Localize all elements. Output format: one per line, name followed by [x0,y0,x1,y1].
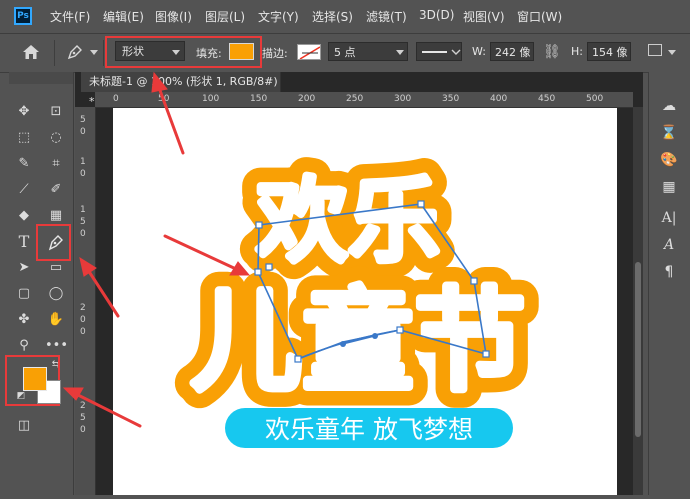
ruler-tick: 5 [80,115,86,125]
quick-select-icon[interactable]: ✎ [13,154,35,174]
crop-icon[interactable]: ⌗ [45,154,67,174]
headline-text-line2: 儿童节 [190,277,526,407]
options-divider [103,40,104,66]
height-value: 154 像 [592,46,628,59]
home-icon[interactable] [22,44,40,60]
canvas[interactable]: 欢乐 欢乐 儿童节 儿童节 欢乐童年 放飞梦想 [113,108,617,495]
paragraph-icon[interactable]: ¶ [659,263,679,281]
ruler-tick: 300 [394,94,412,104]
ruler-tick: 0 [113,94,119,104]
ruler-tick: 5 [80,217,86,227]
type-icon[interactable]: T [13,232,35,252]
menu-image[interactable]: 图像(I) [155,8,192,25]
creative-cloud-icon[interactable]: ☁ [659,97,679,115]
chevron-down-icon[interactable] [396,50,404,55]
menu-select[interactable]: 选择(S) [312,8,353,25]
swatches-icon[interactable]: ▦ [659,178,679,196]
menu-type[interactable]: 文字(Y) [258,8,299,25]
ruler-tick: 0 [80,229,86,239]
options-bar: 形状 填充: 描边: 5 点 W: 242 像 ⛓ H: 154 像 [0,33,690,73]
ruler-tick: 400 [490,94,508,104]
ruler-tick: 200 [298,94,316,104]
ruler-tick: 250 [346,94,364,104]
tools-panel: ✥ ⊡ ⬚ ◌ ✎ ⌗ ⟋ ✐ ◆ ▦ T ➤ ▭ ▢ ◯ ✤ ✋ ⚲ ••• … [5,72,74,495]
chevron-down-icon[interactable] [668,50,676,55]
menu-edit[interactable]: 编辑(E) [103,8,144,25]
path-select-icon[interactable]: ➤ [13,258,35,278]
document-tab[interactable]: 未标题-1 @ 100% (形状 1, RGB/8#) * [81,72,281,108]
width-field[interactable]: 242 像 [490,42,534,61]
annotation-highlight-box [36,224,71,261]
horizontal-ruler[interactable]: 0 50 100 150 200 250 300 350 400 450 500 [95,92,633,108]
stroke-type-select[interactable] [416,42,462,61]
chevron-down-icon[interactable] [90,50,98,55]
marquee-icon[interactable]: ⬚ [13,128,35,148]
no-stroke-icon [299,46,320,59]
menu-3d[interactable]: 3D(D) [419,8,454,22]
eraser-icon[interactable]: ◆ [13,206,35,226]
move-icon[interactable]: ✥ [13,102,35,122]
ruler-tick: 500 [586,94,604,104]
ruler-tick: 350 [442,94,460,104]
stroke-line-icon [422,49,461,55]
color-icon[interactable]: 🎨 [659,151,679,169]
menu-bar: Ps 文件(F) 编辑(E) 图像(I) 图层(L) 文字(Y) 选择(S) 滤… [0,0,690,32]
height-label: H: [571,45,583,58]
eyedropper-icon[interactable]: ⟋ [13,180,35,200]
pen-tool-preset-icon[interactable] [66,43,84,61]
ruler-tick: 50 [158,94,170,104]
ruler-tick: 150 [250,94,268,104]
stroke-label: 描边: [262,47,288,60]
ruler-tick: 1 [80,157,86,167]
ruler-tick: 450 [538,94,556,104]
ruler-tick: 100 [202,94,220,104]
foreground-color-swatch[interactable] [23,367,47,391]
lasso-icon[interactable]: ◌ [45,128,67,148]
ruler-tick: 2 [80,401,86,411]
ruler-tick: 0 [80,425,86,435]
options-divider [54,40,55,66]
stroke-width-value: 5 点 [334,46,356,59]
menu-view[interactable]: 视图(V) [463,8,505,25]
stroke-color-swatch[interactable] [297,44,321,60]
more-icon[interactable]: ••• [45,336,68,356]
artboard-icon[interactable]: ⊡ [45,102,67,122]
banner-text: 欢乐童年 放飞梦想 [265,415,473,444]
ellipse-icon[interactable]: ◯ [45,284,67,304]
ruler-tick: 0 [80,169,86,179]
quick-mask-icon[interactable]: ◫ [13,416,35,436]
artwork: 欢乐 欢乐 儿童节 儿童节 欢乐童年 放飞梦想 [173,151,543,448]
right-panel-dock: ☁ ⌛ 🎨 ▦ A| A ¶ [648,72,690,495]
ruler-tick: 1 [80,205,86,215]
width-value: 242 像 [495,46,531,59]
zoom-icon[interactable]: ⚲ [13,336,35,356]
photoshop-logo-icon: Ps [14,7,32,25]
annotation-highlight-box [105,36,262,68]
custom-shape-icon[interactable]: ✤ [13,310,35,330]
menu-filter[interactable]: 滤镜(T) [366,8,407,25]
rounded-rect-icon[interactable]: ▢ [13,284,35,304]
menu-window[interactable]: 窗口(W) [517,8,562,25]
glyphs-icon[interactable]: A [659,236,679,254]
gradient-icon[interactable]: ▦ [45,206,67,226]
history-icon[interactable]: ⌛ [659,124,679,142]
link-icon[interactable]: ⛓ [543,44,561,60]
panel-grip[interactable] [9,72,73,84]
vertical-ruler[interactable]: 5 0 1 0 1 5 0 2 0 0 2 5 0 [75,107,96,495]
hand-icon[interactable]: ✋ [45,310,67,330]
menu-layer[interactable]: 图层(L) [205,8,245,25]
height-field[interactable]: 154 像 [587,42,631,61]
ruler-tick: 0 [80,327,86,337]
scrollbar-thumb[interactable] [635,262,641,437]
menu-file[interactable]: 文件(F) [50,8,90,25]
ruler-tick: 0 [80,315,86,325]
ruler-tick: 2 [80,303,86,313]
character-icon[interactable]: A| [659,209,679,227]
brush-icon[interactable]: ✐ [45,180,67,200]
width-label: W: [472,45,486,58]
ruler-tick: 5 [80,413,86,423]
ruler-tick: 0 [80,127,86,137]
path-operations-icon[interactable] [648,44,662,56]
rectangle-icon[interactable]: ▭ [45,258,67,278]
